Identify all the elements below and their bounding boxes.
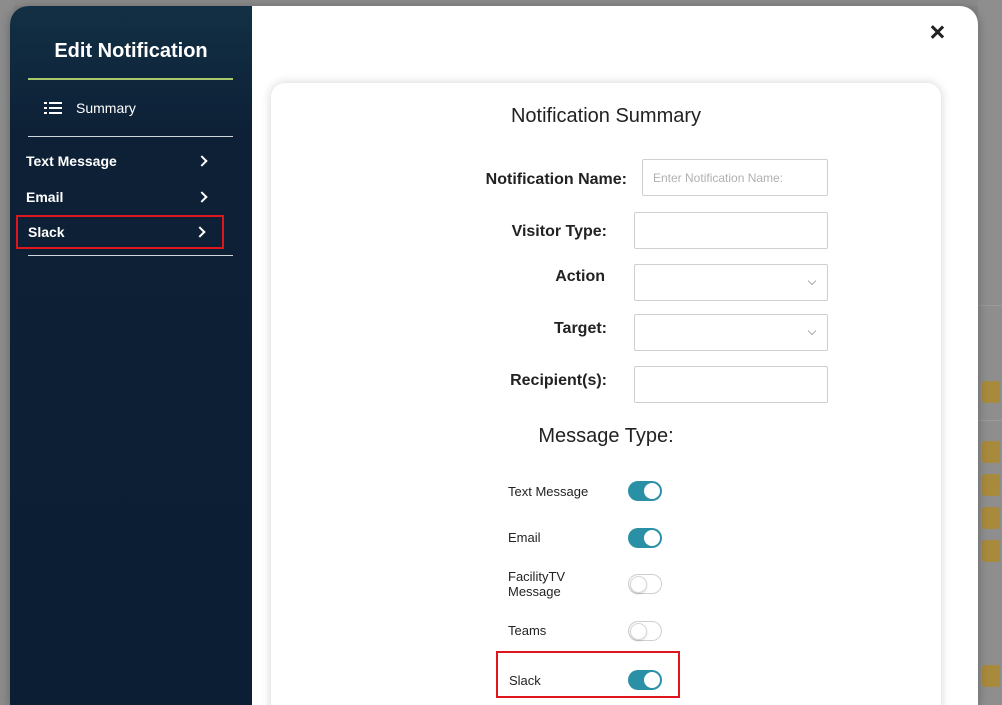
sidebar-divider [28, 255, 233, 256]
message-type-label-text-message: Text Message [508, 484, 589, 499]
sidebar-title-underline [28, 78, 233, 80]
sidebar-item-email[interactable]: Email [16, 182, 224, 212]
message-type-label-facilitytv: FacilityTV Message [508, 569, 566, 599]
chevron-right-icon [196, 155, 208, 167]
visitor-type-input[interactable] [634, 212, 828, 249]
background-button [982, 441, 1000, 463]
message-type-label-teams: Teams [508, 623, 547, 638]
chevron-right-icon [196, 191, 208, 203]
sidebar-item-summary[interactable]: Summary [44, 100, 136, 116]
background-button [982, 474, 1000, 496]
target-label: Target: [553, 320, 607, 337]
slack-toggle[interactable] [628, 670, 662, 690]
recipients-input[interactable] [634, 366, 828, 403]
message-type-label-slack: Slack [509, 673, 541, 688]
sidebar-divider [28, 136, 233, 137]
notification-name-input[interactable] [642, 159, 828, 196]
background-button [982, 381, 1000, 403]
target-select[interactable] [634, 314, 828, 351]
background-divider [978, 305, 1002, 306]
background-right-edge [978, 0, 1002, 705]
list-icon [44, 101, 64, 115]
email-toggle[interactable] [628, 528, 662, 548]
background-button [982, 540, 1000, 562]
chevron-right-icon [194, 226, 206, 238]
sidebar-item-label: Summary [76, 100, 136, 116]
sidebar-title: Edit Notification [54, 40, 208, 62]
notification-name-label: Notification Name: [485, 171, 627, 188]
chevron-down-icon [807, 326, 817, 336]
chevron-down-icon [807, 276, 817, 286]
sidebar: Edit Notification Summary Text Message E… [10, 6, 252, 705]
message-type-title: Message Type: [538, 425, 674, 447]
action-select[interactable] [634, 264, 828, 301]
sidebar-item-label: Text Message [26, 153, 117, 169]
action-label: Action [555, 268, 605, 285]
message-type-label-email: Email [508, 530, 541, 545]
close-icon[interactable] [926, 22, 948, 44]
sidebar-item-label: Slack [28, 224, 65, 240]
sidebar-item-label: Email [26, 189, 64, 205]
background-button [982, 507, 1000, 529]
notification-summary-card: Notification Summary Notification Name: … [271, 83, 941, 705]
sidebar-item-slack[interactable]: Slack [16, 215, 224, 249]
text-message-toggle[interactable] [628, 481, 662, 501]
edit-notification-modal: Edit Notification Summary Text Message E… [10, 6, 978, 705]
teams-toggle[interactable] [628, 621, 662, 641]
visitor-type-label: Visitor Type: [511, 223, 607, 240]
recipients-label: Recipient(s): [510, 372, 607, 389]
card-title: Notification Summary [510, 105, 702, 127]
background-button [982, 665, 1000, 687]
sidebar-item-text-message[interactable]: Text Message [16, 146, 224, 176]
background-divider [978, 420, 1002, 421]
facilitytv-message-toggle[interactable] [628, 574, 662, 594]
